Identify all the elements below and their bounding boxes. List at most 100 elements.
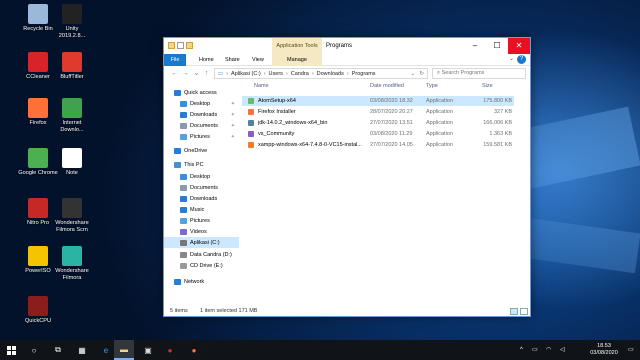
search-input[interactable]: ⌕ Search Programs bbox=[432, 68, 526, 79]
start-button[interactable] bbox=[0, 340, 22, 360]
minimize-button[interactable]: – bbox=[464, 38, 486, 54]
tab-share[interactable]: Share bbox=[220, 54, 245, 66]
edge-icon[interactable]: e bbox=[96, 340, 116, 360]
file-size: 166.006 KB bbox=[483, 120, 512, 126]
pictures-icon bbox=[180, 133, 187, 140]
file-explorer-taskbar-icon[interactable]: ▬ bbox=[114, 340, 134, 360]
close-button[interactable]: ✕ bbox=[508, 38, 530, 54]
network-tray-icon[interactable]: ◠ bbox=[546, 340, 551, 360]
new-folder-icon[interactable] bbox=[186, 42, 193, 49]
nav-item[interactable]: OneDrive bbox=[164, 145, 239, 156]
nav-item[interactable]: Data Candra (D:) bbox=[164, 249, 239, 260]
nav-item[interactable]: Desktop ✦ bbox=[164, 98, 239, 109]
breadcrumb-candra[interactable]: Candra bbox=[291, 71, 309, 77]
search-taskbar-icon[interactable]: ○ bbox=[24, 340, 44, 360]
tab-home[interactable]: Home bbox=[194, 54, 219, 66]
forward-arrow-icon[interactable]: → bbox=[181, 69, 190, 78]
ribbon-tabs[interactable]: File Home Share View Manage ⌄ ? bbox=[164, 54, 530, 66]
nav-item-label: Network bbox=[184, 278, 205, 285]
large-icons-view-icon[interactable] bbox=[520, 308, 528, 315]
nav-item[interactable]: Pictures ✦ bbox=[164, 131, 239, 142]
file-type: Application bbox=[426, 109, 453, 115]
nav-item[interactable]: Documents ✦ bbox=[164, 120, 239, 131]
tab-manage[interactable]: Manage bbox=[272, 54, 322, 66]
store-icon[interactable]: ▣ bbox=[138, 340, 158, 360]
tab-view[interactable]: View bbox=[247, 54, 269, 66]
nav-item[interactable]: Network bbox=[164, 276, 239, 287]
tray-chevron-icon[interactable]: ^ bbox=[520, 340, 523, 360]
nav-item[interactable]: CD Drive (E:) bbox=[164, 260, 239, 271]
title-bar[interactable]: Application Tools Programs – ☐ ✕ bbox=[164, 38, 530, 54]
file-row[interactable]: Firefox Installer 28/07/2020 20.27 Applica… bbox=[242, 107, 514, 117]
file-row[interactable]: AtomSetup-x64 03/08/2020 18.32 Application… bbox=[242, 96, 514, 106]
videos-icon bbox=[180, 228, 187, 235]
breadcrumb-users[interactable]: Users bbox=[269, 71, 283, 77]
nav-item-label: Quick access bbox=[184, 89, 217, 96]
star-icon bbox=[174, 89, 181, 96]
recent-chevron-icon[interactable]: ⌄ bbox=[192, 69, 201, 78]
taskbar: ○ ⧉ ▦ e ▬ ▣ ● ● ^ ▭ ◠ ◁ 18.53 03/08/2020… bbox=[0, 340, 640, 360]
maximize-button[interactable]: ☐ bbox=[486, 38, 508, 54]
context-tab-application-tools[interactable]: Application Tools bbox=[272, 38, 322, 54]
nav-item[interactable]: Downloads bbox=[164, 193, 239, 204]
file-date: 27/07/2020 14.05 bbox=[370, 142, 413, 148]
file-row[interactable]: vs_Community 03/08/2020 11.29 Application 1… bbox=[242, 129, 514, 139]
file-date: 03/08/2020 18.32 bbox=[370, 98, 413, 104]
battery-icon[interactable]: ▭ bbox=[532, 340, 538, 360]
folder-icon[interactable] bbox=[168, 42, 175, 49]
app-icon[interactable]: ● bbox=[160, 340, 180, 360]
desktop-shortcut[interactable]: Note bbox=[52, 148, 92, 177]
breadcrumb-programs[interactable]: Programs bbox=[352, 71, 376, 77]
up-arrow-icon[interactable]: ↑ bbox=[202, 69, 211, 78]
column-header-name[interactable]: Name bbox=[254, 81, 269, 92]
onedrive-icon bbox=[174, 147, 181, 154]
address-dropdown-icon[interactable]: ⌄ bbox=[410, 71, 415, 77]
refresh-icon[interactable]: ↻ bbox=[419, 71, 424, 77]
desktop-shortcut[interactable]: Unity 2019.2.8... bbox=[52, 4, 92, 39]
file-row[interactable]: xampp-windows-x64-7.4.8-0-VC15-instal...… bbox=[242, 140, 514, 150]
column-header-type[interactable]: Type bbox=[426, 81, 438, 92]
desktop-shortcut[interactable]: QuickCPU bbox=[18, 296, 58, 325]
column-header-date[interactable]: Date modified bbox=[370, 81, 404, 92]
idm-icon bbox=[62, 98, 82, 118]
nav-item[interactable]: Downloads ✦ bbox=[164, 109, 239, 120]
file-explorer-window[interactable]: Application Tools Programs – ☐ ✕ File Ho… bbox=[163, 37, 531, 317]
nav-item[interactable]: This PC bbox=[164, 159, 239, 170]
nav-item[interactable]: Documents bbox=[164, 182, 239, 193]
nav-item[interactable]: Aplikasi (C:) bbox=[164, 237, 239, 248]
nav-item[interactable]: Pictures bbox=[164, 215, 239, 226]
file-row[interactable]: jdk-14.0.2_windows-x64_bin 27/07/2020 13.… bbox=[242, 118, 514, 128]
address-bar[interactable]: ▭ › Aplikasi (C:) › Users › Candra › Dow… bbox=[214, 68, 428, 79]
desktop-shortcut[interactable]: BluffTitler bbox=[52, 52, 92, 81]
desktop-shortcut[interactable]: Wondershare Filmora Scrn bbox=[52, 198, 92, 233]
quick-access-toolbar[interactable] bbox=[168, 42, 193, 49]
chevron-down-icon[interactable]: ⌄ bbox=[509, 55, 514, 62]
desktop-shortcut[interactable]: Wondershare Filmora bbox=[52, 246, 92, 281]
file-size: 159.581 KB bbox=[483, 142, 512, 148]
cortana-icon[interactable]: ▦ bbox=[72, 340, 92, 360]
navigation-pane[interactable]: Quick access Desktop ✦ Downloads ✦ Documents ✦… bbox=[164, 83, 239, 307]
tab-file[interactable]: File bbox=[164, 54, 186, 66]
nav-item-label: Pictures bbox=[190, 217, 210, 224]
properties-icon[interactable] bbox=[177, 42, 184, 49]
task-view-icon[interactable]: ⧉ bbox=[48, 340, 68, 360]
file-list[interactable]: Name Date modified Type Size AtomSetup-x… bbox=[242, 81, 530, 307]
poweriso-icon bbox=[28, 246, 48, 266]
nav-item[interactable]: Music bbox=[164, 204, 239, 215]
nav-item[interactable]: Videos bbox=[164, 226, 239, 237]
help-icon[interactable]: ? bbox=[517, 55, 526, 64]
nav-item-label: Data Candra (D:) bbox=[190, 251, 232, 258]
details-view-icon[interactable] bbox=[510, 308, 518, 315]
firefox-taskbar-icon[interactable]: ● bbox=[184, 340, 204, 360]
column-header-size[interactable]: Size bbox=[482, 81, 493, 92]
nav-item[interactable]: Desktop bbox=[164, 171, 239, 182]
nav-item[interactable]: Quick access bbox=[164, 87, 239, 98]
breadcrumb-downloads[interactable]: Downloads bbox=[317, 71, 344, 77]
back-arrow-icon[interactable]: ← bbox=[170, 69, 179, 78]
desktop-shortcut[interactable]: Internet Downlo... bbox=[52, 98, 92, 133]
documents-icon bbox=[180, 122, 187, 129]
notifications-icon[interactable]: ▭ bbox=[628, 340, 634, 360]
taskbar-clock[interactable]: 18.53 03/08/2020 bbox=[584, 343, 624, 357]
breadcrumb-drive[interactable]: Aplikasi (C:) bbox=[231, 71, 261, 77]
volume-icon[interactable]: ◁ bbox=[560, 340, 565, 360]
